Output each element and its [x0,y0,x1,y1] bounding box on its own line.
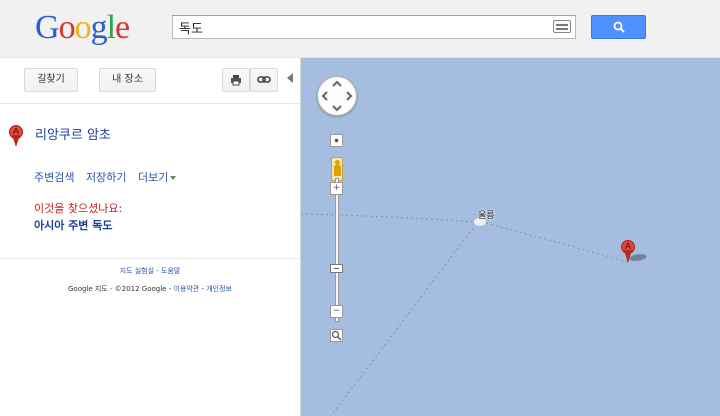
google-logo[interactable]: Google [35,9,130,46]
zoom-slider-thumb[interactable] [330,264,343,273]
search-input[interactable] [179,18,549,36]
footer-copyright: Google 지도 - ©2012 Google - 이용약관 - 개인정보 [0,284,300,294]
magnifier-icon [613,21,625,33]
divider [0,103,300,104]
privacy-link[interactable]: 개인정보 [206,285,232,293]
my-places-button[interactable]: 내 장소 [99,68,156,92]
logo-letter: g [90,9,108,46]
logo-letter: o [74,9,92,46]
pan-arrows-icon [321,80,353,112]
google-maps-window: Google 길찾기 내 장소 [0,0,720,416]
suggestion-link[interactable]: 아시아 주변 독도 [34,217,113,233]
link-button[interactable] [250,68,278,92]
more-label: 더보기 [137,171,169,184]
footer-help-links[interactable]: 지도 실험실 - 도움말 [0,266,300,276]
side-panel: 길찾기 내 장소 A 리앙쿠르 암초 주변검색 저장하기 더보기 이것을 찾으셨… [0,58,300,416]
island-label: 울릉 [478,211,495,221]
more-menu[interactable]: 더보기 [137,171,177,184]
map-canvas[interactable]: + − 울릉 A [300,58,720,416]
zoom-slider-track[interactable] [335,178,339,322]
keyboard-icon[interactable] [553,20,571,33]
print-button[interactable] [222,68,250,92]
save-link[interactable]: 저장하기 [86,171,126,184]
map-marker-icon[interactable]: A [621,240,635,266]
magnifier-icon [331,330,342,341]
logo-letter: o [58,9,76,46]
did-you-mean-label: 이것을 찾으셨나요: [34,202,123,215]
terms-link[interactable]: 이용약관 [173,285,199,293]
location-button[interactable] [330,134,343,147]
logo-letter: e [115,9,130,46]
logo-letter: G [35,9,60,46]
result-title-link[interactable]: 리앙쿠르 암초 [35,124,111,143]
printer-icon [231,75,241,86]
link-icon [257,76,271,83]
zoom-in-button[interactable]: + [330,182,343,195]
chevron-down-icon [170,176,177,180]
search-box[interactable] [172,15,576,39]
boundary-lines [301,213,632,416]
zoom-to-fit-button[interactable] [330,329,343,342]
zoom-out-button[interactable]: − [330,305,343,318]
header-bar: Google [0,0,720,58]
nearby-search-link[interactable]: 주변검색 [34,171,74,184]
copyright-text: Google 지도 - ©2012 Google - [68,285,174,293]
logo-letter: l [106,9,117,46]
divider [0,258,300,259]
collapse-panel-arrow-icon[interactable] [287,73,293,83]
target-icon [334,138,339,143]
directions-button[interactable]: 길찾기 [24,68,78,92]
search-button[interactable] [591,15,646,39]
result-marker-icon[interactable]: A [9,125,23,147]
pan-control[interactable] [317,76,357,116]
result-actions: 주변검색 저장하기 더보기 [34,169,184,185]
